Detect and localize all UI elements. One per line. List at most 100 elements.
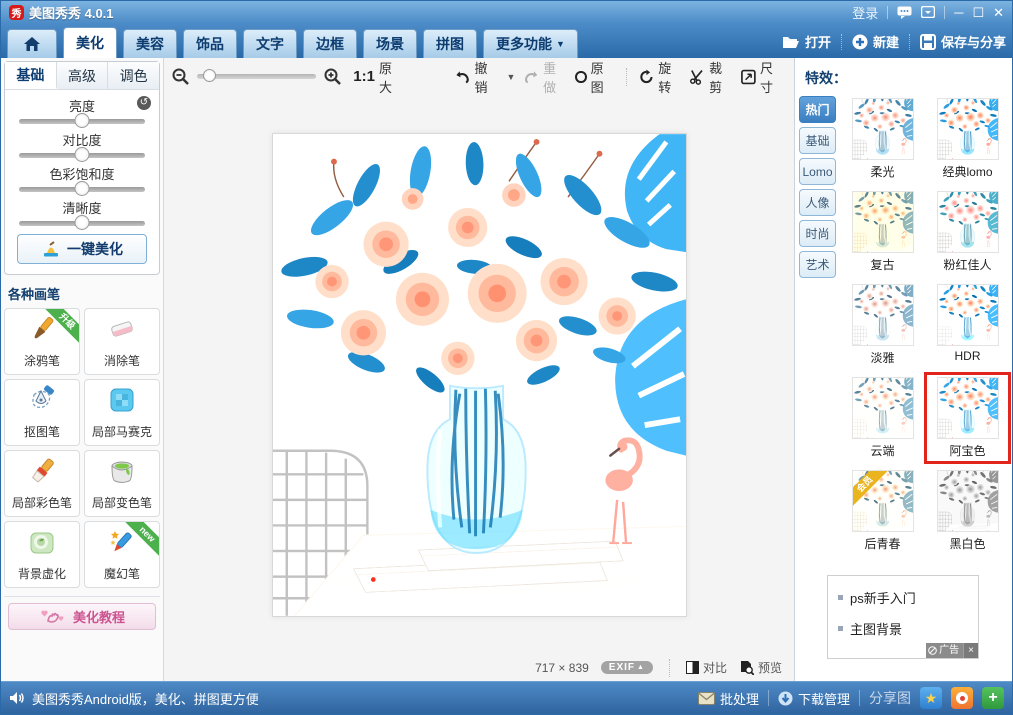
effect-name: 黑白色	[949, 537, 986, 551]
zoom-slider-thumb[interactable]	[202, 69, 216, 82]
undo-dropdown-caret[interactable]: ▼	[507, 72, 516, 82]
nav-tab-边框[interactable]: 边框	[303, 29, 357, 58]
brush-局部变色笔[interactable]: 局部变色笔	[84, 450, 160, 517]
slider-track[interactable]	[19, 215, 145, 230]
original-image-button[interactable]: 原图	[575, 58, 614, 96]
nav-tab-文字[interactable]: 文字	[243, 29, 297, 58]
brush-label: 魔幻笔	[103, 567, 140, 581]
effect-后青春[interactable]: 会员 后青春	[842, 468, 923, 554]
slider-thumb[interactable]	[74, 147, 90, 162]
brush-消除笔[interactable]: 消除笔	[84, 308, 160, 375]
brush-局部马赛克[interactable]: 局部马赛克	[84, 379, 160, 446]
nav-tab-拼图[interactable]: 拼图	[423, 29, 477, 58]
ad-link[interactable]: ps新手入门	[838, 588, 968, 607]
effect-thumbnail	[936, 470, 999, 532]
effect-云端[interactable]: 云端	[842, 375, 923, 461]
effect-category-人像[interactable]: 人像	[799, 189, 836, 216]
effect-阿宝色[interactable]: 阿宝色	[924, 372, 1011, 464]
preview-button[interactable]: 预览	[739, 659, 782, 676]
one-click-beautify-button[interactable]: 一键美化	[17, 234, 147, 264]
nav-tab-更多功能[interactable]: 更多功能 ▼	[483, 29, 578, 58]
effect-category-艺术[interactable]: 艺术	[799, 251, 836, 278]
new-button[interactable]: 新建	[852, 32, 899, 51]
more-share-icon[interactable]: +	[982, 687, 1004, 709]
effect-HDR[interactable]: HDR	[927, 282, 1008, 368]
crop-button[interactable]: 裁剪	[690, 58, 733, 96]
slider-track[interactable]	[19, 147, 145, 162]
batch-process-button[interactable]: 批处理	[697, 689, 759, 708]
nav-tab-饰品[interactable]: 饰品	[183, 29, 237, 58]
undo-button[interactable]: 撤销	[455, 58, 499, 96]
brush-背景虚化[interactable]: 背景虚化	[4, 521, 80, 588]
exif-badge[interactable]: EXIF ▲	[600, 661, 653, 674]
effect-经典lomo[interactable]: 经典lomo	[927, 96, 1008, 182]
weibo-share-icon[interactable]	[951, 687, 973, 709]
login-link[interactable]: 登录	[852, 3, 878, 22]
maximize-button[interactable]: ☐	[972, 6, 984, 19]
effect-thumbnail: 会员	[851, 470, 914, 532]
effect-thumbnail	[851, 191, 914, 253]
slider-thumb[interactable]	[74, 113, 90, 128]
slider-track[interactable]	[19, 113, 145, 128]
ad-link[interactable]: 主图背景	[838, 619, 968, 638]
home-tab[interactable]	[7, 29, 57, 58]
slider-track[interactable]	[19, 181, 145, 196]
open-button[interactable]: 打开	[782, 32, 831, 51]
panel-divider	[4, 596, 160, 597]
mosaic-icon	[107, 385, 137, 420]
download-manager-button[interactable]: 下载管理	[778, 689, 850, 708]
zoom-slider[interactable]	[197, 69, 317, 82]
brush-局部彩色笔[interactable]: 局部彩色笔	[4, 450, 80, 517]
ad-icon	[928, 646, 937, 655]
effect-category-基础[interactable]: 基础	[799, 127, 836, 154]
adjust-tab-基础[interactable]: 基础	[5, 62, 57, 89]
reset-adjust-icon[interactable]: ↺	[137, 96, 151, 110]
slider-thumb[interactable]	[74, 181, 90, 196]
actual-size-button[interactable]: 1:1 原大	[353, 58, 401, 96]
statusbar: 美图秀秀Android版，美化、拼图更方便 批处理 下载管理 分享图 ★ +	[1, 681, 1012, 714]
brush-涂鸦笔[interactable]: 涂鸦笔 升级	[4, 308, 80, 375]
close-button[interactable]: ✕	[993, 6, 1004, 19]
brushes-title: 各种画笔	[8, 287, 61, 302]
doodle-pen-icon	[27, 314, 57, 349]
effect-复古[interactable]: 复古	[842, 189, 923, 275]
zoom-out-icon[interactable]	[172, 68, 189, 85]
nav-tab-label: 场景	[376, 36, 404, 52]
effect-name: 经典lomo	[942, 165, 993, 179]
statusbar-separator	[859, 690, 860, 706]
compare-button[interactable]: 对比	[685, 659, 727, 676]
rotate-button[interactable]: 旋转	[639, 58, 682, 96]
resize-button[interactable]: 尺寸	[741, 58, 784, 96]
adjust-tab-调色[interactable]: 调色	[108, 62, 160, 89]
skin-dropdown-icon[interactable]	[921, 6, 936, 18]
beautify-tutorial-button[interactable]: 美化教程	[8, 603, 156, 630]
meitu-app-window: 秀 美图秀秀 4.0.1 登录 ─ ☐ ✕ 美化 美容 饰品 文字 边框 场景 拼图 更多功能…	[0, 0, 1013, 715]
folder-icon	[782, 36, 799, 48]
redo-button[interactable]: 重做	[523, 58, 567, 96]
effect-category-Lomo[interactable]: Lomo	[799, 158, 836, 185]
nav-tab-label: 文字	[256, 36, 284, 52]
feedback-chat-icon[interactable]	[897, 6, 912, 19]
effect-淡雅[interactable]: 淡雅	[842, 282, 923, 368]
brush-label: 背景虚化	[17, 567, 66, 581]
effect-category-时尚[interactable]: 时尚	[799, 220, 836, 247]
effect-category-热门[interactable]: 热门	[799, 96, 836, 123]
nav-tab-场景[interactable]: 场景	[363, 29, 417, 58]
effect-柔光[interactable]: 柔光	[842, 96, 923, 182]
brush-label: 抠图笔	[23, 425, 60, 439]
brush-label: 局部马赛克	[91, 425, 152, 439]
nav-tab-美容[interactable]: 美容	[123, 29, 177, 58]
qzone-share-icon[interactable]: ★	[920, 687, 942, 709]
adjust-tab-高级[interactable]: 高级	[56, 62, 109, 89]
effect-黑白色[interactable]: 黑白色	[927, 468, 1008, 554]
nav-tab-美化[interactable]: 美化	[63, 27, 117, 58]
brush-魔幻笔[interactable]: 魔幻笔 new	[84, 521, 160, 588]
brush-抠图笔[interactable]: 抠图笔	[4, 379, 80, 446]
ad-close-icon[interactable]: ×	[963, 643, 978, 658]
effect-粉红佳人[interactable]: 粉红佳人	[927, 189, 1008, 275]
save-share-button[interactable]: 保存与分享	[919, 32, 1006, 51]
effect-name: 淡雅	[870, 351, 895, 365]
slider-thumb[interactable]	[74, 215, 90, 230]
minimize-button[interactable]: ─	[954, 6, 963, 19]
zoom-in-icon[interactable]	[324, 68, 342, 85]
